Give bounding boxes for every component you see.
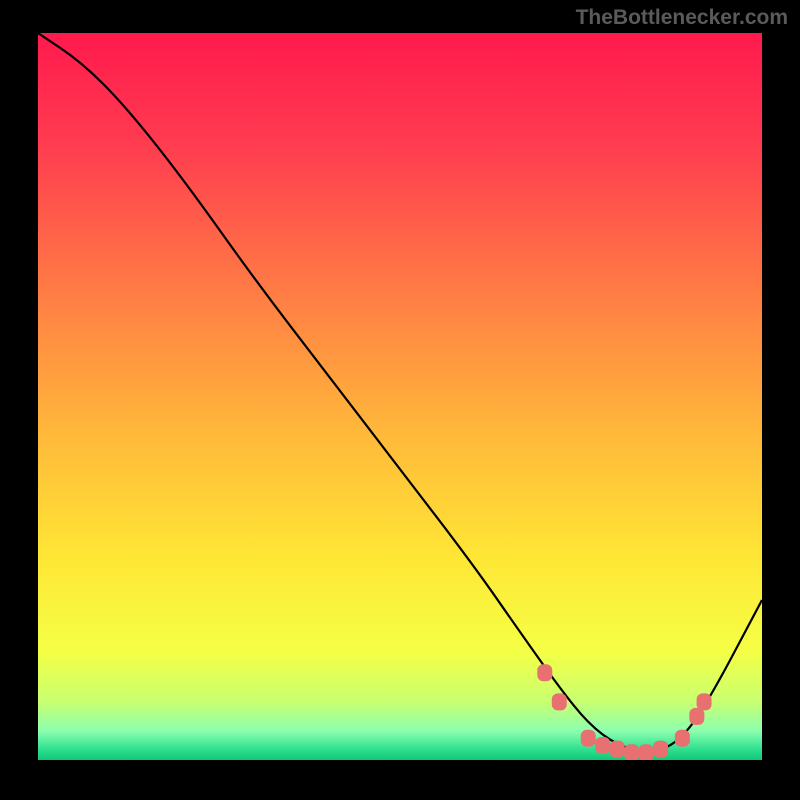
marker-point [552, 693, 567, 710]
marker-point [610, 741, 625, 758]
marker-point [697, 693, 712, 710]
watermark-text: TheBottlenecker.com [576, 6, 788, 30]
chart-container: { "watermark": "TheBottlenecker.com", "c… [0, 0, 800, 800]
marker-point [675, 730, 690, 747]
marker-point [537, 664, 552, 681]
marker-point [639, 744, 654, 760]
chart-svg [38, 33, 762, 760]
marker-point [689, 708, 704, 725]
marker-point [595, 737, 610, 754]
marker-point [653, 741, 668, 758]
gradient-background [38, 33, 762, 760]
marker-point [581, 730, 596, 747]
plot-area [38, 33, 762, 760]
marker-point [624, 744, 639, 760]
